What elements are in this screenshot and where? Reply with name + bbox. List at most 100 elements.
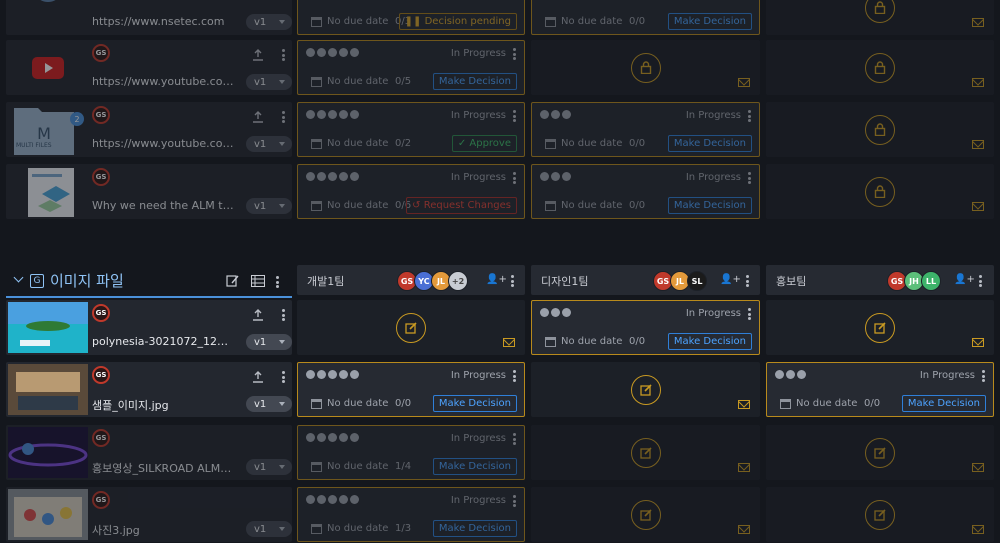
version-select[interactable]: v1 [246, 14, 292, 30]
asset-row[interactable]: GS polynesia-3021072_1280.jpg v1 [6, 300, 292, 355]
version-select[interactable]: v1 [246, 521, 292, 537]
version-select[interactable]: v1 [246, 334, 292, 350]
review-cell[interactable]: In Progress No due date 1/4 Make Decisio… [297, 425, 525, 480]
review-cell[interactable]: In Progress No due date 0/0 Make Decisio… [531, 300, 760, 355]
more-menu-icon[interactable] [512, 172, 516, 184]
more-menu-icon[interactable] [281, 309, 285, 321]
make-decision-button[interactable]: Make Decision [667, 333, 752, 350]
review-start-cell[interactable] [766, 487, 994, 542]
mail-icon[interactable] [972, 338, 984, 347]
more-menu-icon[interactable] [747, 308, 751, 320]
more-menu-icon[interactable] [981, 370, 985, 382]
more-menu-icon[interactable] [747, 110, 751, 122]
team-members[interactable]: GS YC JL +2 [397, 271, 468, 291]
more-menu-icon[interactable] [281, 371, 285, 383]
upload-icon[interactable] [252, 309, 264, 321]
asset-row[interactable]: GS 홍보영상_SILKROAD ALM(1분… v1 [6, 425, 292, 480]
team-more-icon[interactable] [745, 275, 749, 287]
version-select[interactable]: v1 [246, 459, 292, 475]
asset-row[interactable]: https://www.nsetec.com v1 [6, 0, 292, 35]
review-cell[interactable]: In Progress No due date 0/0 Make Decisio… [531, 102, 760, 157]
group-title[interactable]: G 이미지 파일 [30, 270, 124, 291]
review-cell[interactable]: In Progress No due date 0/0 Make Decisio… [766, 362, 994, 417]
asset-url[interactable]: https://www.youtube.com/… [92, 75, 234, 88]
version-select[interactable]: v1 [246, 396, 292, 412]
asset-row[interactable]: GS Why we need the ALM tool … v1 [6, 164, 292, 219]
more-menu-icon[interactable] [512, 495, 516, 507]
more-menu-icon[interactable] [512, 433, 516, 445]
approve-button[interactable]: ✓ Approve [451, 135, 517, 152]
more-menu-icon[interactable] [512, 110, 516, 122]
version-select[interactable]: v1 [246, 198, 292, 214]
edit-list-icon[interactable] [226, 274, 240, 288]
review-start-cell[interactable] [531, 362, 760, 417]
mail-icon[interactable] [972, 140, 984, 149]
group-more-icon[interactable] [275, 276, 279, 288]
make-decision-button[interactable]: Make Decision [432, 395, 517, 412]
mail-icon[interactable] [972, 78, 984, 87]
review-cell[interactable]: In Progress No due date 0/0 Make Decisio… [531, 164, 760, 219]
review-start-cell[interactable] [766, 300, 994, 355]
edit-review-icon[interactable] [630, 374, 661, 405]
make-decision-button[interactable]: Make Decision [667, 135, 752, 152]
team-members[interactable]: GS JH LL [887, 271, 941, 291]
upload-icon[interactable] [252, 49, 264, 61]
team-header-pr[interactable]: 홍보팀 GS JH LL 👤+ [766, 265, 994, 295]
asset-url[interactable]: https://www.nsetec.com [92, 15, 234, 28]
team-header-dev1[interactable]: 개발1팀 GS YC JL +2 👤+ [297, 265, 525, 295]
mail-icon[interactable] [972, 202, 984, 211]
make-decision-button[interactable]: Make Decision [667, 13, 752, 30]
upload-icon[interactable] [252, 111, 264, 123]
review-start-cell[interactable] [531, 425, 760, 480]
review-start-cell[interactable] [297, 300, 525, 355]
mail-icon[interactable] [972, 463, 984, 472]
asset-row[interactable]: GS 샘플_이미지.jpg v1 [6, 362, 292, 417]
mail-icon[interactable] [503, 338, 515, 347]
make-decision-button[interactable]: Make Decision [432, 458, 517, 475]
team-header-design1[interactable]: 디자인1팀 GS JL SL 👤+ [531, 265, 760, 295]
asset-url[interactable]: Why we need the ALM tool … [92, 199, 234, 212]
version-select[interactable]: v1 [246, 136, 292, 152]
review-start-cell[interactable] [531, 487, 760, 542]
review-cell[interactable]: No due date 0/0 Make Decision [531, 0, 760, 35]
review-cell[interactable]: In Progress No due date 0/5 Make Decisio… [297, 40, 525, 95]
file-name[interactable]: 홍보영상_SILKROAD ALM(1분… [92, 460, 234, 476]
team-members[interactable]: GS JL SL [653, 271, 707, 291]
table-view-icon[interactable] [251, 275, 265, 287]
asset-url[interactable]: https://www.youtube.com/… [92, 137, 234, 150]
mail-icon[interactable] [738, 525, 750, 534]
more-menu-icon[interactable] [281, 111, 285, 123]
make-decision-button[interactable]: Make Decision [432, 73, 517, 90]
file-name[interactable]: 사진3.jpg [92, 522, 234, 538]
edit-review-icon[interactable] [865, 312, 895, 343]
team-more-icon[interactable] [510, 275, 514, 287]
team-more-icon[interactable] [978, 275, 982, 287]
more-menu-icon[interactable] [512, 48, 516, 60]
review-cell[interactable]: In Progress No due date 1/3 Make Decisio… [297, 487, 525, 542]
add-user-icon[interactable]: 👤+ [486, 274, 507, 285]
request-changes-button[interactable]: ↺ Request Changes [406, 197, 517, 214]
more-menu-icon[interactable] [512, 370, 516, 382]
mail-icon[interactable] [972, 18, 984, 27]
mail-icon[interactable] [738, 463, 750, 472]
review-start-cell[interactable] [766, 425, 994, 480]
version-select[interactable]: v1 [246, 74, 292, 90]
edit-review-icon[interactable] [865, 499, 895, 530]
collapse-chevron-icon[interactable] [13, 272, 24, 283]
make-decision-button[interactable]: Make Decision [432, 520, 517, 537]
upload-icon[interactable] [252, 371, 264, 383]
file-name[interactable]: polynesia-3021072_1280.jpg [92, 335, 234, 348]
mail-icon[interactable] [972, 525, 984, 534]
make-decision-button[interactable]: Make Decision [901, 395, 986, 412]
edit-review-icon[interactable] [630, 499, 661, 530]
review-cell[interactable]: No due date 0/3 ❚❚ Decision pending [297, 0, 525, 35]
more-menu-icon[interactable] [281, 49, 285, 61]
add-user-icon[interactable]: 👤+ [720, 274, 741, 285]
review-cell[interactable]: In Progress No due date 0/2 ✓ Approve [297, 102, 525, 157]
edit-review-icon[interactable] [396, 312, 426, 343]
file-name[interactable]: 샘플_이미지.jpg [92, 397, 234, 413]
edit-review-icon[interactable] [630, 437, 661, 468]
asset-row[interactable]: GS https://www.youtube.com/… v1 [6, 40, 292, 95]
edit-review-icon[interactable] [865, 437, 895, 468]
decision-pending-button[interactable]: ❚❚ Decision pending [398, 13, 517, 30]
